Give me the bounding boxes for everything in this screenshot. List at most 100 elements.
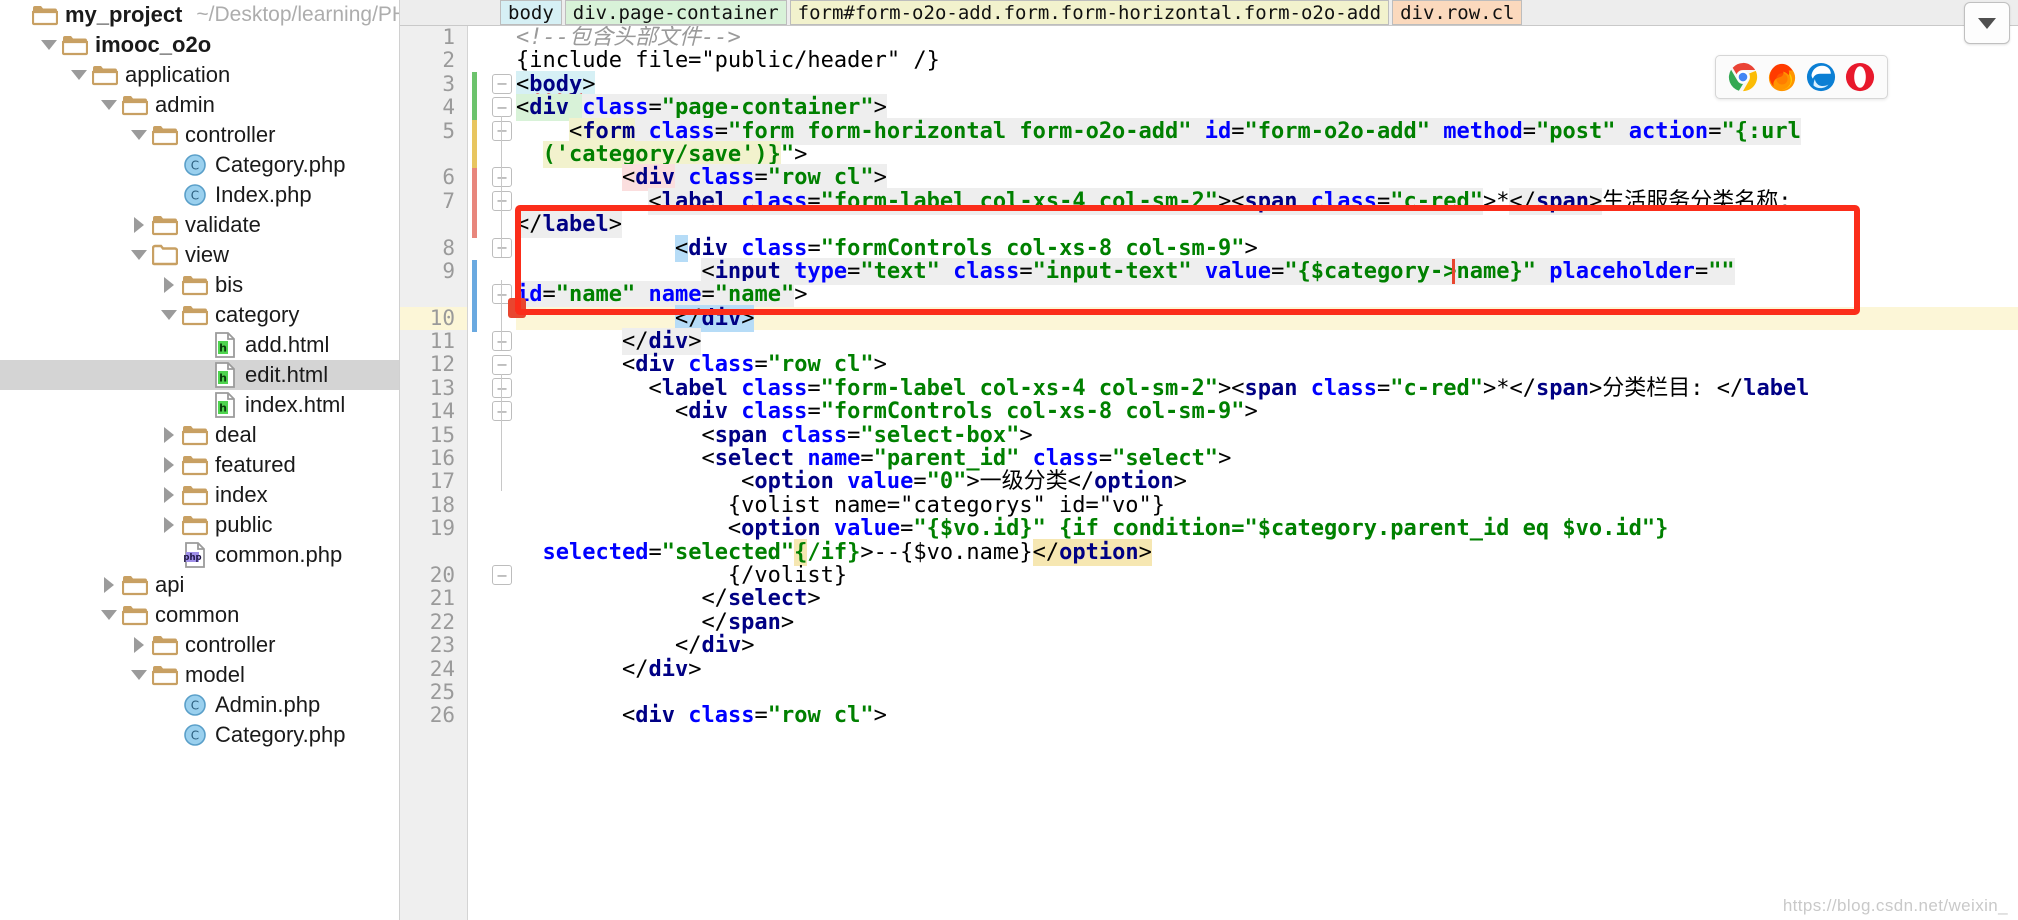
- code-fold-toggle[interactable]: –: [492, 120, 512, 141]
- code-line-wrapped[interactable]: ('category/save')}">: [516, 140, 2018, 168]
- code-line-22[interactable]: </span>: [516, 611, 2018, 634]
- tree-item-controller[interactable]: controller: [0, 630, 399, 660]
- code-token: >: [1173, 469, 1187, 495]
- code-line-8[interactable]: <div class="formControls col-xs-8 col-sm…: [516, 234, 2018, 262]
- code-line-26[interactable]: <div class="row cl">: [516, 704, 2018, 727]
- expand-triangle-right-icon[interactable]: [158, 480, 180, 510]
- expand-triangle-down-icon[interactable]: [38, 30, 60, 60]
- edge-icon[interactable]: [1806, 62, 1836, 92]
- tree-item-public[interactable]: public: [0, 510, 399, 540]
- expand-triangle-right-icon[interactable]: [128, 630, 150, 660]
- expand-triangle-right-icon[interactable]: [158, 270, 180, 300]
- code-line-18[interactable]: {volist name="categorys" id="vo"}: [516, 494, 2018, 517]
- tree-item-view[interactable]: view: [0, 240, 399, 270]
- code-line-11[interactable]: </div>: [516, 328, 2018, 356]
- expand-triangle-down-icon[interactable]: [98, 90, 120, 120]
- code-fold-toggle[interactable]: –: [492, 354, 512, 375]
- code-scroll-area[interactable]: <!--包含头部文件--> {include file="public/heade…: [516, 26, 2018, 920]
- code-line-17[interactable]: <option value="0">一级分类</option>: [516, 470, 2018, 493]
- code-line-25[interactable]: [516, 681, 2018, 704]
- expand-triangle-right-icon[interactable]: [98, 570, 120, 600]
- breadcrumb[interactable]: body div.page-container form#form-o2o-add.…: [400, 0, 2018, 26]
- expand-triangle-down-icon[interactable]: [128, 240, 150, 270]
- breadcrumb-item-3[interactable]: div.row.cl: [1392, 0, 1523, 25]
- code-line-9[interactable]: <input type="text" class="input-text" va…: [516, 257, 2018, 285]
- code-area[interactable]: 1 2 3 4 5 6 7 8 9 10 11 12 13 14 15 16 17 18 19 20 21 22 23 24 2…: [400, 25, 2018, 920]
- code-line-19[interactable]: <option value="{$vo.id}" {if condition="…: [516, 517, 2018, 540]
- tree-item-index-html[interactable]: h index.html: [0, 390, 399, 420]
- code-fold-toggle[interactable]: –: [492, 401, 512, 422]
- code-line-15[interactable]: <span class="select-box">: [516, 423, 2018, 447]
- code-fold-toggle[interactable]: –: [492, 73, 512, 94]
- breadcrumb-item-1[interactable]: div.page-container: [564, 0, 787, 25]
- code-line-wrapped[interactable]: </label>: [516, 211, 2018, 239]
- code-editor-panel[interactable]: body div.page-container form#form-o2o-add.…: [400, 0, 2018, 920]
- tree-item-validate[interactable]: validate: [0, 210, 399, 240]
- browser-preview-bar[interactable]: [1715, 55, 1888, 99]
- tree-item-edit-html[interactable]: h edit.html: [0, 360, 399, 390]
- vcs-marker-gutter[interactable]: [468, 26, 488, 920]
- code-fold-toggle[interactable]: –: [492, 167, 512, 188]
- code-line-wrapped[interactable]: id="name" name="name">: [516, 281, 2018, 309]
- code-line-16[interactable]: <select name="parent_id" class="select">: [516, 447, 2018, 470]
- warning-bulb-icon[interactable]: !: [508, 298, 526, 318]
- code-line-10[interactable]: </div>: [516, 304, 2018, 332]
- tree-item-imooc-o2o[interactable]: imooc_o2o: [0, 30, 399, 60]
- tree-item-common-php[interactable]: php common.php: [0, 540, 399, 570]
- code-line-5[interactable]: <form class="form form-horizontal form-o…: [516, 117, 2018, 145]
- code-line-20[interactable]: {/volist}: [516, 564, 2018, 587]
- tree-item-application[interactable]: application: [0, 60, 399, 90]
- code-line-14[interactable]: <div class="formControls col-xs-8 col-sm…: [516, 400, 2018, 423]
- code-fold-toggle[interactable]: –: [492, 331, 512, 352]
- code-line-4[interactable]: <div class="page-container">: [516, 94, 2018, 122]
- code-line-12[interactable]: <div class="row cl">: [516, 353, 2018, 376]
- firefox-icon[interactable]: [1767, 62, 1797, 92]
- code-fold-toggle[interactable]: –: [492, 565, 512, 586]
- tree-item-category[interactable]: category: [0, 300, 399, 330]
- tree-item-index[interactable]: index: [0, 480, 399, 510]
- tree-item-admin[interactable]: admin: [0, 90, 399, 120]
- code-line-7[interactable]: <label class="form-label col-xs-4 col-sm…: [516, 187, 2018, 215]
- tree-item-deal[interactable]: deal: [0, 420, 399, 450]
- code-fold-toggle[interactable]: –: [492, 237, 512, 258]
- expand-triangle-down-icon[interactable]: [98, 600, 120, 630]
- tree-item-category-php[interactable]: C Category.php: [0, 150, 399, 180]
- tree-item-featured[interactable]: featured: [0, 450, 399, 480]
- tree-item-add-html[interactable]: h add.html: [0, 330, 399, 360]
- tree-item-category-php[interactable]: C Category.php: [0, 720, 399, 750]
- code-line-21[interactable]: </select>: [516, 587, 2018, 610]
- code-line-1[interactable]: <!--包含头部文件-->: [516, 26, 2018, 49]
- expand-triangle-down-icon[interactable]: [68, 60, 90, 90]
- tree-item-api[interactable]: api: [0, 570, 399, 600]
- expand-triangle-right-icon[interactable]: [158, 450, 180, 480]
- code-line-23[interactable]: </div>: [516, 634, 2018, 657]
- code-line-6[interactable]: <div class="row cl">: [516, 164, 2018, 192]
- tree-item-bis[interactable]: bis: [0, 270, 399, 300]
- expand-triangle-right-icon[interactable]: [128, 210, 150, 240]
- tree-item-index-php[interactable]: C Index.php: [0, 180, 399, 210]
- expand-triangle-down-icon[interactable]: [128, 660, 150, 690]
- tree-item-common[interactable]: common: [0, 600, 399, 630]
- expand-triangle-right-icon[interactable]: [158, 510, 180, 540]
- opera-icon[interactable]: [1845, 62, 1875, 92]
- breadcrumb-item-0[interactable]: body: [500, 0, 562, 25]
- tree-item-model[interactable]: model: [0, 660, 399, 690]
- line-number-gutter[interactable]: 1 2 3 4 5 6 7 8 9 10 11 12 13 14 15 16 17 18 19 20 21 22 23 24 2…: [400, 25, 468, 920]
- code-line-13[interactable]: <label class="form-label col-xs-4 col-sm…: [516, 377, 2018, 400]
- expand-triangle-right-icon[interactable]: [158, 420, 180, 450]
- code-line-wrapped[interactable]: selected="selected"{/if}>--{$vo.name}</o…: [516, 538, 2018, 566]
- tree-item-controller[interactable]: controller: [0, 120, 399, 150]
- expand-triangle-down-icon[interactable]: [128, 120, 150, 150]
- project-tree-panel[interactable]: my_project ~/Desktop/learning/PH imooc_o2o…: [0, 0, 400, 920]
- code-fold-toggle[interactable]: –: [492, 378, 512, 398]
- code-folding-gutter[interactable]: – – – – – – – – – – – –: [488, 26, 516, 920]
- collapse-breadcrumb-button[interactable]: [1964, 2, 2010, 44]
- code-fold-toggle[interactable]: –: [492, 97, 512, 118]
- tree-item-my-project[interactable]: my_project ~/Desktop/learning/PH: [0, 0, 399, 30]
- breadcrumb-item-2[interactable]: form#form-o2o-add.form.form-horizontal.f…: [789, 0, 1390, 25]
- code-fold-toggle[interactable]: –: [492, 190, 512, 211]
- tree-item-admin-php[interactable]: C Admin.php: [0, 690, 399, 720]
- code-line-24[interactable]: </div>: [516, 657, 2018, 681]
- chrome-icon[interactable]: [1728, 62, 1758, 92]
- expand-triangle-down-icon[interactable]: [158, 300, 180, 330]
